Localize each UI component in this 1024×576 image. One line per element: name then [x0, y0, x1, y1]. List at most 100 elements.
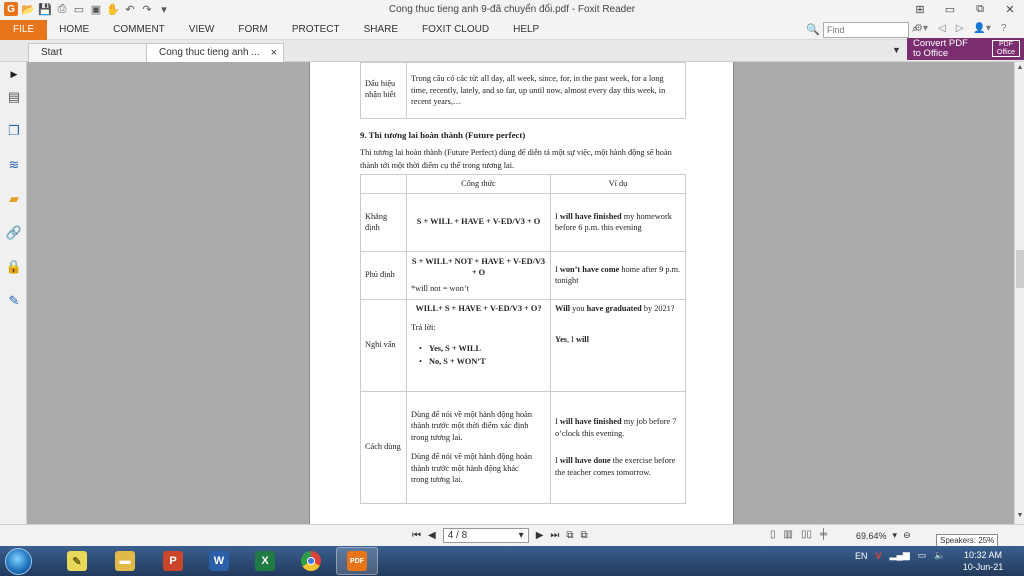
- page-number-input[interactable]: 4 / 8 ▾: [442, 528, 529, 543]
- single-page-icon[interactable]: ▯: [770, 529, 776, 540]
- text: , I: [566, 335, 576, 344]
- menu-view[interactable]: VIEW: [177, 20, 227, 40]
- forward-icon[interactable]: ▷: [956, 23, 964, 34]
- negative-note: *will not = won’t: [411, 283, 469, 293]
- layers-icon[interactable]: ≋: [5, 156, 23, 174]
- usage-example-2: I will have done the exercise before the…: [555, 455, 681, 478]
- row-label-negative: Phủ định: [360, 250, 407, 300]
- next-view-icon[interactable]: ⧉: [581, 530, 588, 541]
- taskbar-chrome[interactable]: [290, 547, 332, 575]
- screen-icon[interactable]: ▭: [72, 2, 86, 16]
- continuous-page-icon[interactable]: ▥: [784, 529, 793, 540]
- signature-icon[interactable]: ✎: [5, 292, 23, 310]
- security-lock-icon[interactable]: 🔒: [5, 258, 23, 276]
- zoom-value[interactable]: 69.64%: [856, 531, 887, 541]
- last-page-icon[interactable]: ⏭: [550, 530, 559, 541]
- zoom-control: 69.64% ▾ ⊖: [856, 530, 911, 541]
- navigation-panel: ▶ ▤ ❐ ≋ ▰ 🔗 🔒 ✎: [0, 62, 27, 524]
- restore-icon[interactable]: ⧉: [972, 1, 988, 17]
- advanced-search-icon[interactable]: 🔍: [806, 23, 820, 37]
- tab-document[interactable]: Cong thuc tieng anh ... ×: [146, 43, 284, 62]
- vertical-scrollbar[interactable]: ▲ ▼: [1014, 62, 1024, 524]
- settings-gear-icon[interactable]: ⚙▾: [914, 23, 928, 34]
- usage-examples-cell: I will have finished my job before 7 o’c…: [550, 390, 686, 504]
- menu-home[interactable]: HOME: [47, 20, 101, 40]
- bookmarks-icon[interactable]: ▤: [5, 88, 23, 106]
- menu-comment[interactable]: COMMENT: [101, 20, 177, 40]
- convert-pdf-to-office-button[interactable]: Convert PDF to Office PDF Office: [907, 38, 1024, 60]
- foxit-logo-icon[interactable]: G: [4, 2, 18, 16]
- open-folder-icon[interactable]: 📂: [21, 2, 35, 16]
- start-button[interactable]: [5, 548, 32, 575]
- minimize-icon[interactable]: ▭: [942, 1, 958, 17]
- taskbar-word[interactable]: W: [198, 547, 240, 575]
- first-page-icon[interactable]: ⏮: [412, 530, 421, 541]
- section-intro: Thì tương lai hoàn thành (Future Perfect…: [360, 148, 672, 170]
- text: , S + WILL: [440, 343, 482, 353]
- taskbar-excel[interactable]: X: [244, 547, 286, 575]
- pages-thumbnails-icon[interactable]: ❐: [5, 122, 23, 140]
- system-clock[interactable]: 10:32 AM 10-Jun-21: [958, 549, 1008, 573]
- zoom-dropdown-icon[interactable]: ▾: [893, 530, 898, 541]
- menu-file[interactable]: FILE: [0, 20, 48, 40]
- network-icon[interactable]: ▂▄▆: [890, 550, 910, 561]
- taskbar-notes[interactable]: ✎: [56, 547, 98, 575]
- ribbon-toggle-icon[interactable]: ⊞: [912, 1, 928, 17]
- undo-icon[interactable]: ↶: [123, 2, 137, 16]
- table-row: Khẳng định S + WILL + HAVE + V-ED/V3 + O…: [360, 192, 686, 252]
- continuous-facing-icon[interactable]: ╪: [820, 529, 827, 540]
- excel-icon: X: [255, 551, 275, 571]
- zoom-out-icon[interactable]: ⊖: [903, 530, 911, 541]
- comments-icon[interactable]: ▰: [5, 190, 23, 208]
- taskbar-explorer[interactable]: ▬: [104, 547, 146, 575]
- save-icon[interactable]: 💾: [38, 2, 52, 16]
- tab-list-dropdown-icon[interactable]: ▼: [892, 45, 901, 55]
- page-content: Dấu hiệu nhận biết Trong câu có các từ: …: [360, 62, 686, 504]
- menu-share[interactable]: SHARE: [352, 20, 410, 40]
- scroll-up-icon[interactable]: ▲: [1015, 64, 1024, 74]
- expand-panel-icon[interactable]: ▶: [5, 65, 23, 83]
- language-indicator[interactable]: EN: [855, 551, 868, 561]
- previous-view-icon[interactable]: ⧉: [566, 530, 573, 541]
- formula-question-cell: WILL+ S + HAVE + V-ED/V3 + O? Trả lời: Y…: [406, 298, 551, 392]
- redo-icon[interactable]: ↷: [140, 2, 154, 16]
- text: by 2021?: [641, 303, 675, 313]
- menu-foxit-cloud[interactable]: FOXIT CLOUD: [410, 20, 501, 40]
- taskbar-foxit[interactable]: PDF: [336, 547, 378, 575]
- close-tab-icon[interactable]: ×: [271, 44, 277, 62]
- scroll-down-icon[interactable]: ▼: [1015, 512, 1024, 522]
- header-empty-cell: [360, 174, 407, 194]
- attachments-icon[interactable]: 🔗: [5, 224, 23, 242]
- page-dropdown-icon[interactable]: ▾: [519, 530, 524, 541]
- previous-page-icon[interactable]: ◀: [428, 530, 436, 541]
- menu-protect[interactable]: PROTECT: [280, 20, 352, 40]
- taskbar-powerpoint[interactable]: P: [152, 547, 194, 575]
- text-bold: Will: [555, 303, 571, 313]
- speaker-icon[interactable]: 🔈: [934, 550, 945, 561]
- scroll-thumb[interactable]: [1016, 250, 1024, 288]
- page-layout-icons: ▯ ▥ ▯▯ ╪: [770, 529, 827, 540]
- back-icon[interactable]: ◁: [938, 23, 946, 34]
- help-question-icon[interactable]: ?: [1001, 23, 1007, 34]
- print-icon[interactable]: ⎙: [55, 2, 69, 16]
- hand-tool-icon[interactable]: ✋: [106, 2, 120, 16]
- signs-text: Trong câu có các từ: all day, all week, …: [406, 62, 686, 119]
- find-input[interactable]: [823, 22, 909, 38]
- usage-cell: Dùng để nói về một hành động hoàn thành …: [406, 390, 551, 504]
- tab-start[interactable]: Start: [28, 43, 148, 62]
- menu-form[interactable]: FORM: [226, 20, 279, 40]
- table-row: Dấu hiệu nhận biết Trong câu có các từ: …: [360, 62, 686, 119]
- unikey-icon[interactable]: V: [876, 551, 882, 561]
- facing-page-icon[interactable]: ▯▯: [801, 529, 812, 540]
- text: you: [570, 303, 587, 313]
- close-window-icon[interactable]: ✕: [1002, 1, 1018, 17]
- system-tray: EN V ▂▄▆ ▭ 🔈: [855, 550, 946, 561]
- next-page-icon[interactable]: ▶: [536, 530, 544, 541]
- menu-help[interactable]: HELP: [501, 20, 551, 40]
- foxit-reader-window: G 📂 💾 ⎙ ▭ ▣ ✋ ↶ ↷ ▾ Cong thuc tieng anh …: [0, 0, 1024, 576]
- customize-dropdown-icon[interactable]: ▾: [157, 2, 171, 16]
- battery-icon[interactable]: ▭: [918, 550, 927, 561]
- snapshot-icon[interactable]: ▣: [89, 2, 103, 16]
- user-icon[interactable]: 👤▾: [973, 23, 990, 34]
- signs-table: Dấu hiệu nhận biết Trong câu có các từ: …: [360, 62, 686, 119]
